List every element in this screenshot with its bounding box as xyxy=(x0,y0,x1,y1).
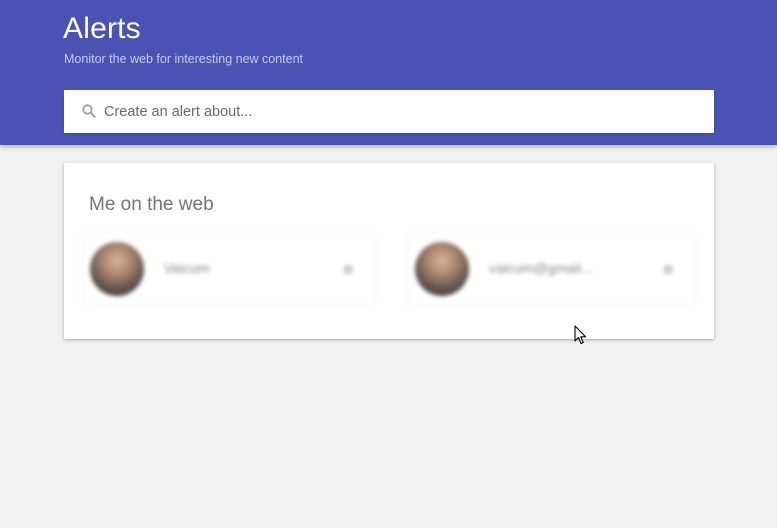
page-title: Alerts xyxy=(63,12,141,45)
search-box[interactable] xyxy=(64,90,714,133)
add-icon[interactable]: ⊕ xyxy=(340,261,356,277)
create-alert-input[interactable] xyxy=(104,90,694,133)
me-on-the-web-card: Me on the web Vaicum ⊕ vaicum@gmail... ⊕ xyxy=(64,163,714,339)
account-name: vaicum@gmail... xyxy=(489,260,593,276)
avatar xyxy=(90,242,144,296)
mouse-cursor-icon xyxy=(574,325,587,345)
card-title: Me on the web xyxy=(89,194,214,215)
account-chip[interactable]: Vaicum ⊕ xyxy=(84,233,374,305)
account-chip[interactable]: vaicum@gmail... ⊕ xyxy=(409,233,694,305)
account-name: Vaicum xyxy=(164,260,210,276)
search-icon xyxy=(82,104,96,118)
page-subtitle: Monitor the web for interesting new cont… xyxy=(64,52,304,66)
add-icon[interactable]: ⊕ xyxy=(660,261,676,277)
avatar xyxy=(415,242,469,296)
app-header: Alerts Monitor the web for interesting n… xyxy=(0,0,777,145)
